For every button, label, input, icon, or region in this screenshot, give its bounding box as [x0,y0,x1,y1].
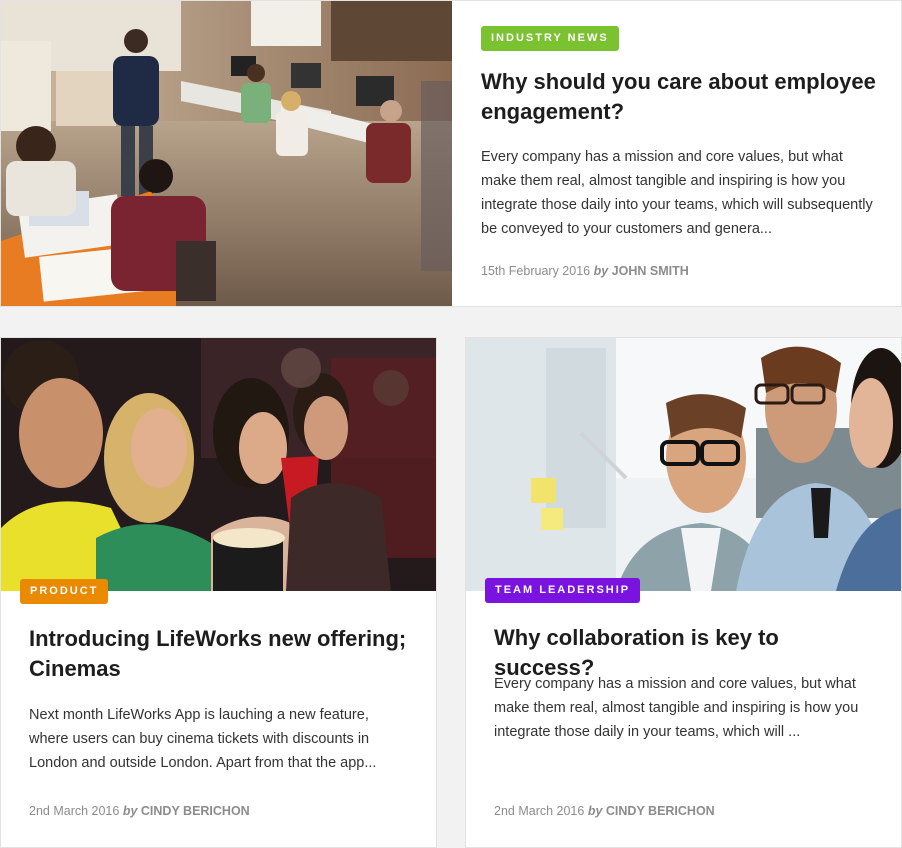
post-title[interactable]: Why should you care about employee engag… [481,67,881,127]
post-card-featured[interactable]: Industry News Why should you care about … [0,0,902,307]
post-excerpt: Next month LifeWorks App is lauching a n… [29,707,377,771]
post-author[interactable]: Cindy Berichon [141,804,250,818]
category-tag[interactable]: Product [20,579,109,604]
post-meta: 2nd March 2016 by Cindy Berichon [494,804,715,818]
post-image-cinema[interactable] [1,338,436,591]
post-author[interactable]: Cindy Berichon [606,804,715,818]
cinema-photo [1,338,436,591]
category-tag[interactable]: Team Leadership [485,578,641,603]
post-card-cinemas[interactable]: Product Introducing LifeWorks new offeri… [0,337,437,848]
by-label: by [593,264,609,278]
post-date: 2nd March 2016 [494,804,585,818]
post-title[interactable]: Introducing LifeWorks new offering; Cine… [29,624,414,684]
office-photo [1,1,452,306]
post-image-whiteboard[interactable] [466,338,901,591]
post-card-collaboration[interactable]: Team Leadership Why collaboration is key… [465,337,902,848]
post-author[interactable]: John Smith [612,264,689,278]
post-excerpt: Every company has a mission and core val… [494,676,859,740]
whiteboard-photo [466,338,901,591]
post-excerpt: Every company has a mission and core val… [481,149,873,237]
post-date: 2nd March 2016 [29,804,120,818]
post-date: 15th February 2016 [481,264,591,278]
by-label: by [587,804,603,818]
post-meta: 15th February 2016 by John Smith [481,264,689,278]
post-image-office[interactable] [1,1,452,306]
post-meta: 2nd March 2016 by Cindy Berichon [29,804,250,818]
category-tag[interactable]: Industry News [481,26,619,51]
by-label: by [122,804,138,818]
